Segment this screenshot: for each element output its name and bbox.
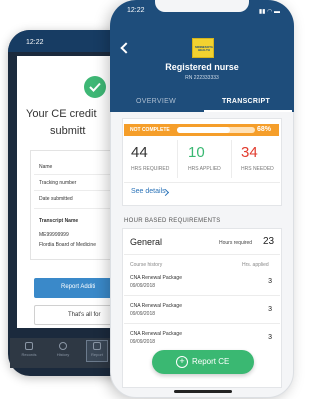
tab-strip: OVERVIEW TRANSCRIPT xyxy=(110,92,294,112)
tab-label: History xyxy=(56,352,70,357)
status-time: 12:22 xyxy=(127,7,145,14)
active-tab-indicator xyxy=(204,110,292,112)
tab-overview[interactable]: OVERVIEW xyxy=(110,98,202,105)
plus-icon xyxy=(93,342,101,350)
stat-hrs-required: 44 HRS REQUIRED xyxy=(131,144,181,172)
logo-text: MINNESOTA HEALTH xyxy=(195,45,213,52)
divider xyxy=(124,295,280,296)
field-tracking-number: Tracking number xyxy=(39,180,77,186)
section-label: HOUR BASED REQUIREMENTS xyxy=(124,218,221,224)
see-details-link[interactable]: See details xyxy=(131,188,166,195)
course-hours: 3 xyxy=(268,278,272,285)
divider xyxy=(124,182,280,183)
divider xyxy=(124,323,280,324)
divider xyxy=(124,254,280,255)
status-icons: ▮▮ ◠ ▬ xyxy=(258,9,280,15)
course-hours: 3 xyxy=(268,306,272,313)
stat-hrs-needed: 34 HRS NEEDED xyxy=(241,144,291,172)
stat-value: 44 xyxy=(131,144,148,161)
report-ce-label: Report CE xyxy=(192,357,230,366)
course-name: CNA Renewal Package xyxy=(130,303,182,309)
list-item[interactable]: CNA Renewal Package 09/09/2018 3 xyxy=(124,328,280,352)
progress-fill xyxy=(177,127,231,133)
hours-required-value: 23 xyxy=(263,236,275,247)
field-name: Name xyxy=(39,164,53,170)
transcript-board: Flordia Board of Medicine xyxy=(39,242,96,248)
field-date-submitted: Date submitted xyxy=(39,196,73,202)
completion-percent: 68% xyxy=(257,126,272,133)
tab-transcript[interactable]: TRANSCRIPT xyxy=(200,98,292,105)
app-showcase: 12:22 Your CE credit submitt Name Tracki… xyxy=(0,0,299,399)
tab-report[interactable]: Report xyxy=(86,342,108,357)
transcript-label: Transcript Name xyxy=(39,218,79,224)
column-course-history: Course history xyxy=(130,262,163,268)
tab-label: Records xyxy=(21,352,37,357)
license-number: RN 222333333 xyxy=(185,75,219,81)
hours-required-label: Hours required xyxy=(219,240,253,246)
course-hours: 3 xyxy=(268,334,272,341)
profile-title: Registered nurse xyxy=(165,62,239,72)
tab-history[interactable]: History xyxy=(52,342,74,357)
tab-records[interactable]: Records xyxy=(18,342,40,357)
status-time: 12:22 xyxy=(26,39,44,46)
course-date: 09/09/2018 xyxy=(130,311,156,317)
notch xyxy=(155,0,249,12)
clock-icon xyxy=(59,342,67,350)
success-check-icon xyxy=(84,76,106,98)
report-ce-button[interactable]: + Report CE xyxy=(152,350,254,374)
course-name: CNA Renewal Package xyxy=(130,331,182,337)
divider xyxy=(231,140,232,178)
tab-label: Report xyxy=(90,352,103,357)
list-item[interactable]: CNA Renewal Package 09/09/2018 3 xyxy=(124,272,280,296)
course-date: 09/09/2018 xyxy=(130,283,156,289)
home-indicator xyxy=(174,390,232,393)
records-icon xyxy=(25,342,33,350)
stat-value: 34 xyxy=(241,144,258,161)
health-logo: MINNESOTA HEALTH xyxy=(192,38,214,58)
completion-status: NOT COMPLETE xyxy=(130,127,170,133)
divider xyxy=(177,140,178,178)
transcript-id: ME99999999 xyxy=(39,232,69,238)
stat-label: HRS NEEDED xyxy=(241,166,274,172)
requirement-title: General xyxy=(130,237,163,247)
course-date: 09/09/2018 xyxy=(130,339,156,345)
list-item[interactable]: CNA Renewal Package 09/09/2018 3 xyxy=(124,300,280,324)
course-name: CNA Renewal Package xyxy=(130,275,182,281)
plus-circle-icon: + xyxy=(176,356,188,368)
stat-label: HRS REQUIRED xyxy=(131,166,170,172)
column-hrs-applied: Hrs. applied xyxy=(242,262,269,268)
